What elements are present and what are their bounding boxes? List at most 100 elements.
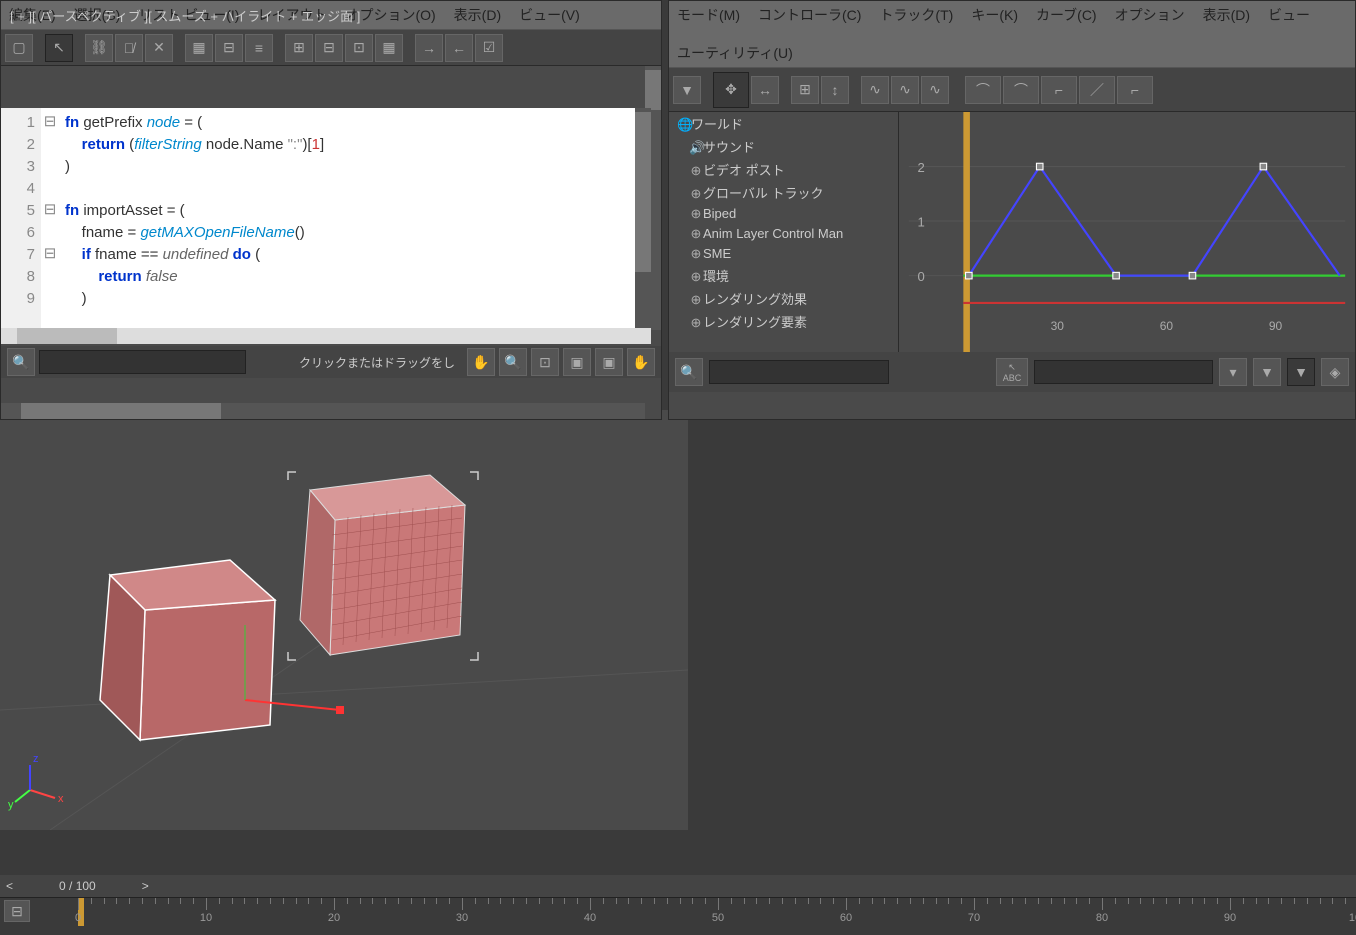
- cube-model002[interactable]: [100, 560, 275, 740]
- tick-label-20: 20: [328, 912, 340, 924]
- zoom2-icon[interactable]: 🔍: [499, 348, 527, 376]
- layout-icon[interactable]: ▦: [185, 34, 213, 62]
- curve-type3-icon[interactable]: ⌐: [1041, 76, 1077, 104]
- tree-animlayer[interactable]: ⊕Anim Layer Control Man: [669, 224, 898, 244]
- unlink-icon[interactable]: ⛓̸: [115, 34, 143, 62]
- code-editor[interactable]: 123 456 789 ⊟ ⊟ ⊟ fn getPrefix node = ( …: [1, 108, 651, 328]
- track-tree[interactable]: 🌐ワールド 🔊サウンド ⊕ビデオ ポスト ⊕グローバル トラック ⊕Biped …: [669, 112, 899, 352]
- scale-v-icon[interactable]: ↕: [821, 76, 849, 104]
- dropdown-icon[interactable]: ▾: [1219, 358, 1247, 386]
- tree-sound[interactable]: 🔊サウンド: [669, 135, 898, 158]
- curve-type2-icon[interactable]: ⌒: [1003, 76, 1039, 104]
- pan-icon[interactable]: ✋: [627, 348, 655, 376]
- code-vscroll[interactable]: [635, 108, 651, 328]
- curve-menubar: モード(M) コントローラ(C) トラック(T) キー(K) カーブ(C) オプ…: [669, 1, 1355, 68]
- schematic-hscroll[interactable]: [1, 403, 645, 419]
- abc-cursor-icon[interactable]: ↖ABC: [996, 358, 1028, 386]
- align-icon[interactable]: ≡: [245, 34, 273, 62]
- hierarchy-icon[interactable]: ⊟: [215, 34, 243, 62]
- perspective-viewport[interactable]: [ + ][ パースペクティブ ][ スムーズ + ハイライト + エッジ面 ]: [0, 410, 688, 830]
- rect-icon[interactable]: ▢: [5, 34, 33, 62]
- viewport-label[interactable]: [ + ][ パースペクティブ ][ スムーズ + ハイライト + エッジ面 ]: [10, 6, 360, 25]
- menu-view2[interactable]: ビュー: [1268, 5, 1310, 25]
- tick-70: [974, 898, 975, 910]
- tick-20: [334, 898, 335, 910]
- tree-videopost[interactable]: ⊕ビデオ ポスト: [669, 158, 898, 181]
- zoom-icon[interactable]: 🔍: [7, 348, 35, 376]
- filter3-icon[interactable]: ▼: [1287, 358, 1315, 386]
- tree-renderelements[interactable]: ⊕レンダリング要素: [669, 310, 898, 333]
- playhead[interactable]: [963, 112, 970, 352]
- menu-key[interactable]: キー(K): [971, 5, 1018, 25]
- fit-icon[interactable]: ▣: [563, 348, 591, 376]
- timeline-config-icon[interactable]: ⊟: [4, 900, 30, 922]
- filter2-icon[interactable]: ▼: [1253, 358, 1281, 386]
- link-icon[interactable]: ⛓: [85, 34, 113, 62]
- cursor-icon[interactable]: ↖: [45, 34, 73, 62]
- tick-label-80: 80: [1096, 912, 1108, 924]
- code-text[interactable]: fn getPrefix node = ( return (filterStri…: [59, 108, 324, 328]
- tick-0: [78, 898, 79, 910]
- grid-icon[interactable]: ▦: [375, 34, 403, 62]
- curve-graph[interactable]: 2 1 0 30 60 90: [899, 112, 1355, 352]
- track-name-input[interactable]: [709, 360, 889, 384]
- schematic-toolbar: ▢ ↖ ⛓ ⛓̸ ✕ ▦ ⊟ ≡ ⊞ ⊟ ⊡ ▦ → ← ☑: [1, 30, 661, 66]
- menu-curve[interactable]: カーブ(C): [1036, 5, 1097, 25]
- tangent1-icon[interactable]: ∿: [861, 76, 889, 104]
- tangent3-icon[interactable]: ∿: [921, 76, 949, 104]
- filter-icon[interactable]: ▼: [673, 76, 701, 104]
- arrow-icon[interactable]: →: [415, 34, 443, 62]
- tick-label-70: 70: [968, 912, 980, 924]
- tree-rendereffects[interactable]: ⊕レンダリング効果: [669, 287, 898, 310]
- tree-icon[interactable]: ⊡: [345, 34, 373, 62]
- diamond-icon[interactable]: ◈: [1321, 358, 1349, 386]
- timeline-next[interactable]: >: [136, 879, 155, 893]
- menu-options2[interactable]: オプション: [1115, 5, 1185, 25]
- back-icon[interactable]: ←: [445, 34, 473, 62]
- snap-icon[interactable]: ⊞: [791, 76, 819, 104]
- menu-utility[interactable]: ユーティリティ(U): [677, 43, 793, 63]
- menu-track[interactable]: トラック(T): [879, 5, 953, 25]
- curve-type1-icon[interactable]: ⌒: [965, 76, 1001, 104]
- move-icon[interactable]: ✥: [713, 72, 749, 108]
- collapse-icon[interactable]: ⊟: [315, 34, 343, 62]
- curve-type4-icon[interactable]: ／: [1079, 76, 1115, 104]
- region-icon[interactable]: ⊡: [531, 348, 559, 376]
- tree-world[interactable]: 🌐ワールド: [669, 112, 898, 135]
- tree-biped[interactable]: ⊕Biped: [669, 204, 898, 224]
- ytick-2: 2: [918, 160, 925, 175]
- tree-sme[interactable]: ⊕SME: [669, 244, 898, 264]
- xtick-30: 30: [1051, 319, 1065, 333]
- check-icon[interactable]: ☑: [475, 34, 503, 62]
- curve-type5-icon[interactable]: ⌐: [1117, 76, 1153, 104]
- menu-display[interactable]: 表示(D): [454, 5, 501, 25]
- menu-view[interactable]: ビュー(V): [519, 5, 580, 25]
- menu-display2[interactable]: 表示(D): [1203, 5, 1250, 25]
- sound-icon: 🔊: [689, 140, 703, 156]
- scale-h-icon[interactable]: ↔: [751, 76, 779, 104]
- hand-icon[interactable]: ✋: [467, 348, 495, 376]
- ytick-1: 1: [918, 215, 925, 230]
- tick-label-40: 40: [584, 912, 596, 924]
- timeline-prev[interactable]: <: [0, 879, 19, 893]
- tree-environment[interactable]: ⊕環境: [669, 264, 898, 287]
- schematic-statusbar: 🔍 クリックまたはドラッグをし ✋ 🔍 ⊡ ▣ ▣ ✋: [1, 346, 661, 378]
- expand-icon[interactable]: ⊞: [285, 34, 313, 62]
- svg-text:x: x: [58, 793, 64, 805]
- tangent2-icon[interactable]: ∿: [891, 76, 919, 104]
- svg-text:y: y: [8, 799, 14, 811]
- zoom3-icon[interactable]: 🔍: [675, 358, 703, 386]
- fit2-icon[interactable]: ▣: [595, 348, 623, 376]
- tree-globaltrack[interactable]: ⊕グローバル トラック: [669, 181, 898, 204]
- tick-30: [462, 898, 463, 910]
- timeline-ruler[interactable]: ⊟ 0102030405060708090100: [0, 897, 1356, 927]
- menu-mode[interactable]: モード(M): [677, 5, 740, 25]
- value-input[interactable]: [1034, 360, 1213, 384]
- cube-model001[interactable]: [288, 472, 478, 660]
- delete-icon[interactable]: ✕: [145, 34, 173, 62]
- code-hscroll[interactable]: [1, 328, 651, 344]
- tick-90: [1230, 898, 1231, 910]
- menu-controller[interactable]: コントローラ(C): [758, 5, 861, 25]
- tick-label-100: 100: [1349, 912, 1356, 924]
- tick-label-60: 60: [840, 912, 852, 924]
